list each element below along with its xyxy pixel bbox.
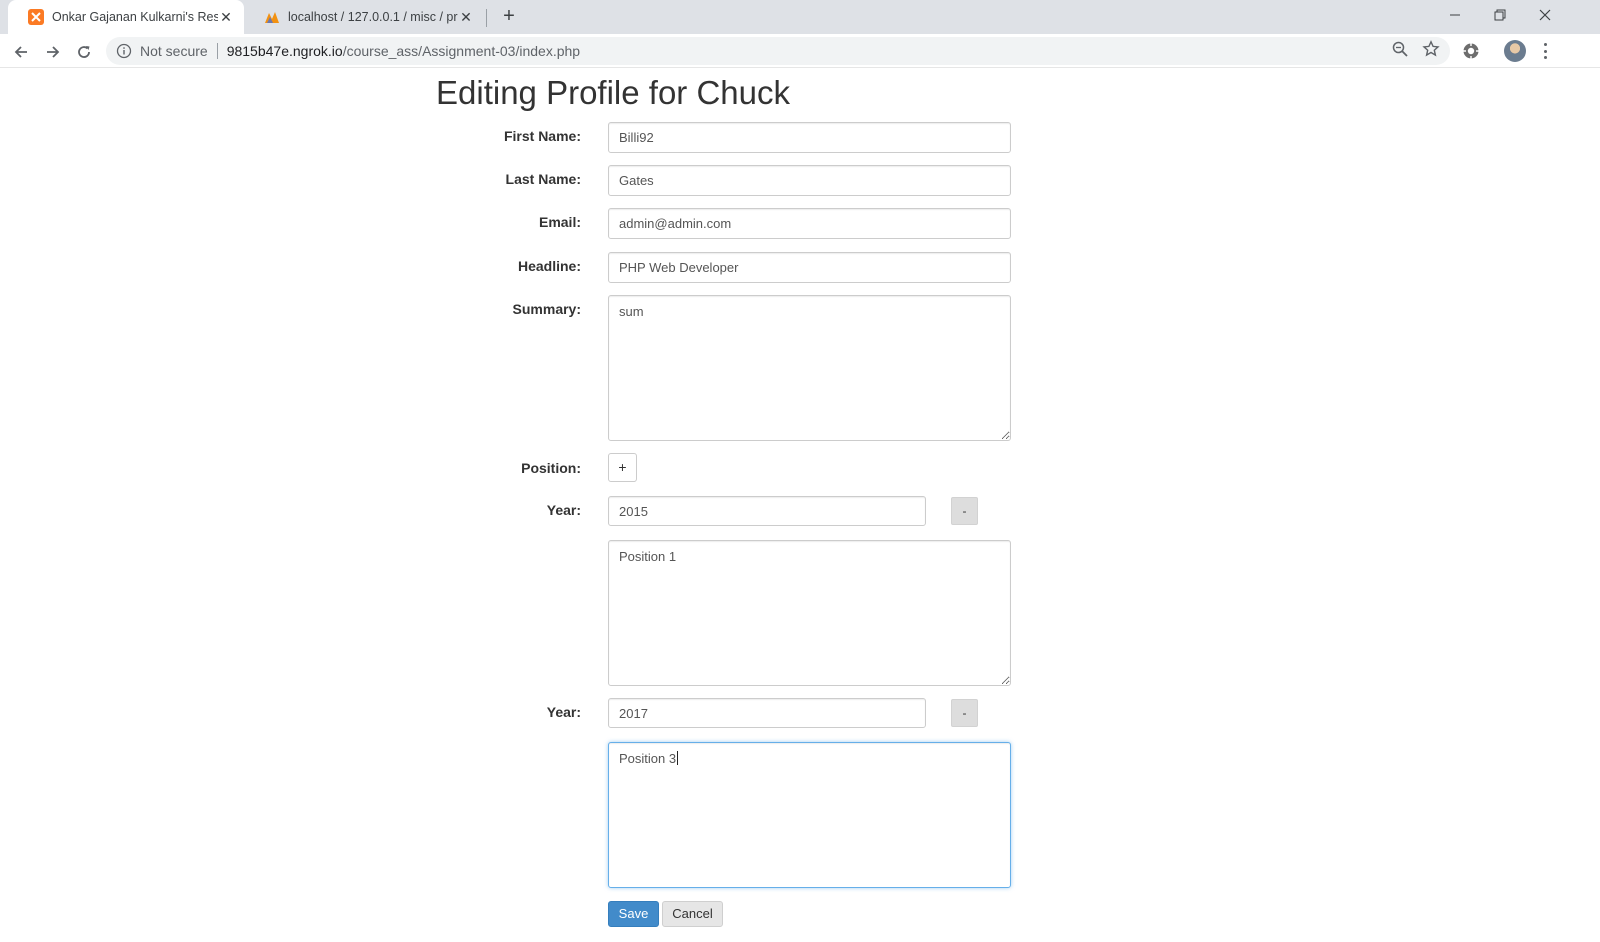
browser-toolbar: Not secure 9815b47e.ngrok.io/course_ass/… — [0, 34, 1600, 68]
browser-menu-icon[interactable] — [1541, 41, 1549, 61]
add-position-button[interactable]: + — [608, 453, 637, 482]
summary-label: Summary: — [512, 301, 581, 317]
address-bar[interactable]: Not secure 9815b47e.ngrok.io/course_ass/… — [106, 37, 1450, 65]
cancel-button[interactable]: Cancel — [662, 901, 723, 927]
year-field[interactable] — [608, 496, 926, 526]
remove-position-button[interactable]: - — [951, 699, 978, 727]
year-label: Year: — [546, 704, 581, 720]
extension-icon[interactable] — [1461, 41, 1481, 61]
email-field[interactable] — [608, 208, 1011, 239]
reload-icon[interactable] — [72, 40, 96, 64]
last-name-field[interactable] — [608, 165, 1011, 196]
back-icon[interactable] — [9, 40, 33, 64]
first-name-label: First Name: — [503, 128, 581, 144]
position-description-textarea[interactable]: Position 3 — [608, 742, 1011, 888]
address-divider — [216, 43, 218, 59]
profile-avatar[interactable] — [1504, 40, 1526, 62]
browser-tabstrip: Onkar Gajanan Kulkarni's Resume ✕ localh… — [0, 0, 1600, 34]
close-tab-icon[interactable]: ✕ — [458, 9, 474, 25]
tab-separator — [486, 9, 487, 27]
bookmark-star-icon[interactable] — [1422, 40, 1440, 58]
forward-icon[interactable] — [41, 40, 65, 64]
close-tab-icon[interactable]: ✕ — [218, 9, 234, 25]
save-button[interactable]: Save — [608, 901, 659, 927]
url-host: 9815b47e.ngrok.io — [226, 43, 343, 59]
position-description-text: Position 3 — [619, 751, 677, 766]
security-label: Not secure — [140, 43, 208, 59]
summary-textarea[interactable]: sum — [608, 295, 1011, 441]
year-label: Year: — [546, 502, 581, 518]
page-title: Editing Profile for Chuck — [436, 74, 790, 111]
tab-title: Onkar Gajanan Kulkarni's Resume — [52, 10, 218, 24]
first-name-field[interactable] — [608, 122, 1011, 153]
remove-position-button[interactable]: - — [951, 497, 978, 525]
email-label: Email: — [538, 214, 581, 230]
xampp-icon — [28, 9, 44, 25]
last-name-label: Last Name: — [505, 171, 581, 187]
info-icon[interactable] — [116, 43, 132, 59]
text-caret — [677, 751, 679, 765]
tab-title: localhost / 127.0.0.1 / misc / profile — [288, 10, 458, 24]
headline-field[interactable] — [608, 252, 1011, 283]
zoom-icon[interactable] — [1391, 40, 1409, 58]
position-description-textarea[interactable]: Position 1 — [608, 540, 1011, 686]
tab-resume[interactable]: Onkar Gajanan Kulkarni's Resume ✕ — [8, 0, 244, 34]
position-label: Position: — [521, 460, 581, 476]
phpmyadmin-icon — [264, 9, 280, 25]
restore-icon[interactable] — [1477, 0, 1523, 30]
close-window-icon[interactable] — [1522, 0, 1568, 30]
url-path: /course_ass/Assignment-03/index.php — [342, 43, 581, 59]
minimize-icon[interactable] — [1432, 0, 1478, 30]
headline-label: Headline: — [517, 258, 581, 274]
year-field[interactable] — [608, 698, 926, 728]
tab-phpmyadmin[interactable]: localhost / 127.0.0.1 / misc / profile ✕ — [244, 0, 484, 34]
new-tab-icon[interactable]: + — [498, 6, 520, 28]
